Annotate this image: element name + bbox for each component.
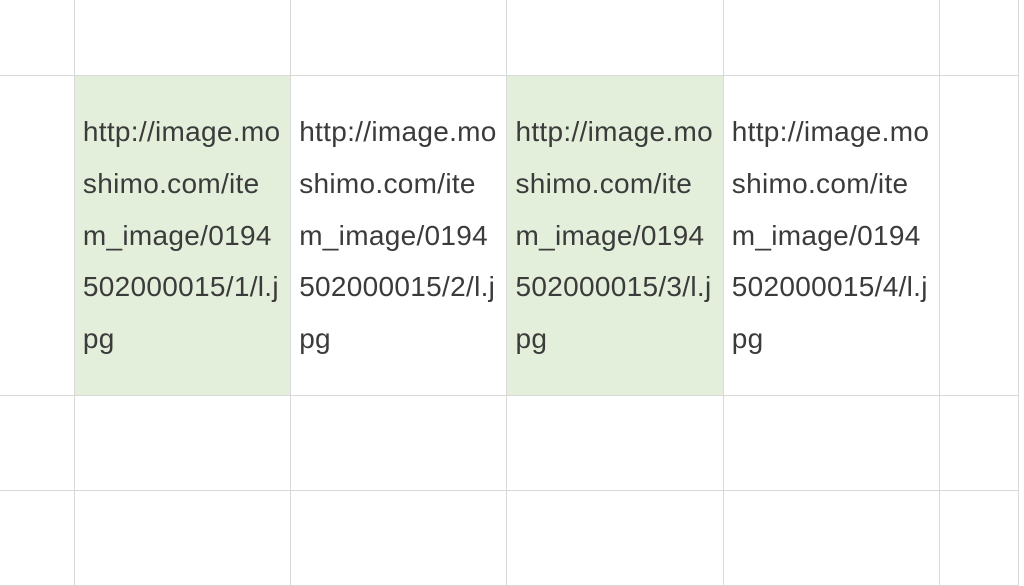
cell[interactable]: http://image.moshimo.com/item_image/0194… xyxy=(291,76,507,396)
cell[interactable] xyxy=(0,76,74,396)
table-row xyxy=(0,491,1019,586)
cell[interactable] xyxy=(723,0,939,76)
table-row: http://image.moshimo.com/item_image/0194… xyxy=(0,76,1019,396)
spreadsheet-grid[interactable]: http://image.moshimo.com/item_image/0194… xyxy=(0,0,1019,586)
cell[interactable] xyxy=(507,0,723,76)
cell[interactable] xyxy=(291,396,507,491)
cell[interactable] xyxy=(0,396,74,491)
cell[interactable] xyxy=(507,491,723,586)
cell[interactable] xyxy=(0,491,74,586)
cell[interactable] xyxy=(723,491,939,586)
cell[interactable] xyxy=(940,76,1019,396)
cell[interactable] xyxy=(74,0,290,76)
table-row xyxy=(0,396,1019,491)
cell[interactable]: http://image.moshimo.com/item_image/0194… xyxy=(723,76,939,396)
cell[interactable] xyxy=(723,396,939,491)
cell[interactable] xyxy=(74,491,290,586)
cell[interactable] xyxy=(507,396,723,491)
cell[interactable]: http://image.moshimo.com/item_image/0194… xyxy=(507,76,723,396)
cell[interactable] xyxy=(291,491,507,586)
cell[interactable] xyxy=(0,0,74,76)
cell[interactable]: http://image.moshimo.com/item_image/0194… xyxy=(74,76,290,396)
cell[interactable] xyxy=(940,0,1019,76)
table-row xyxy=(0,0,1019,76)
grid-body: http://image.moshimo.com/item_image/0194… xyxy=(0,0,1019,586)
cell[interactable] xyxy=(940,396,1019,491)
cell[interactable] xyxy=(74,396,290,491)
cell[interactable] xyxy=(940,491,1019,586)
cell[interactable] xyxy=(291,0,507,76)
